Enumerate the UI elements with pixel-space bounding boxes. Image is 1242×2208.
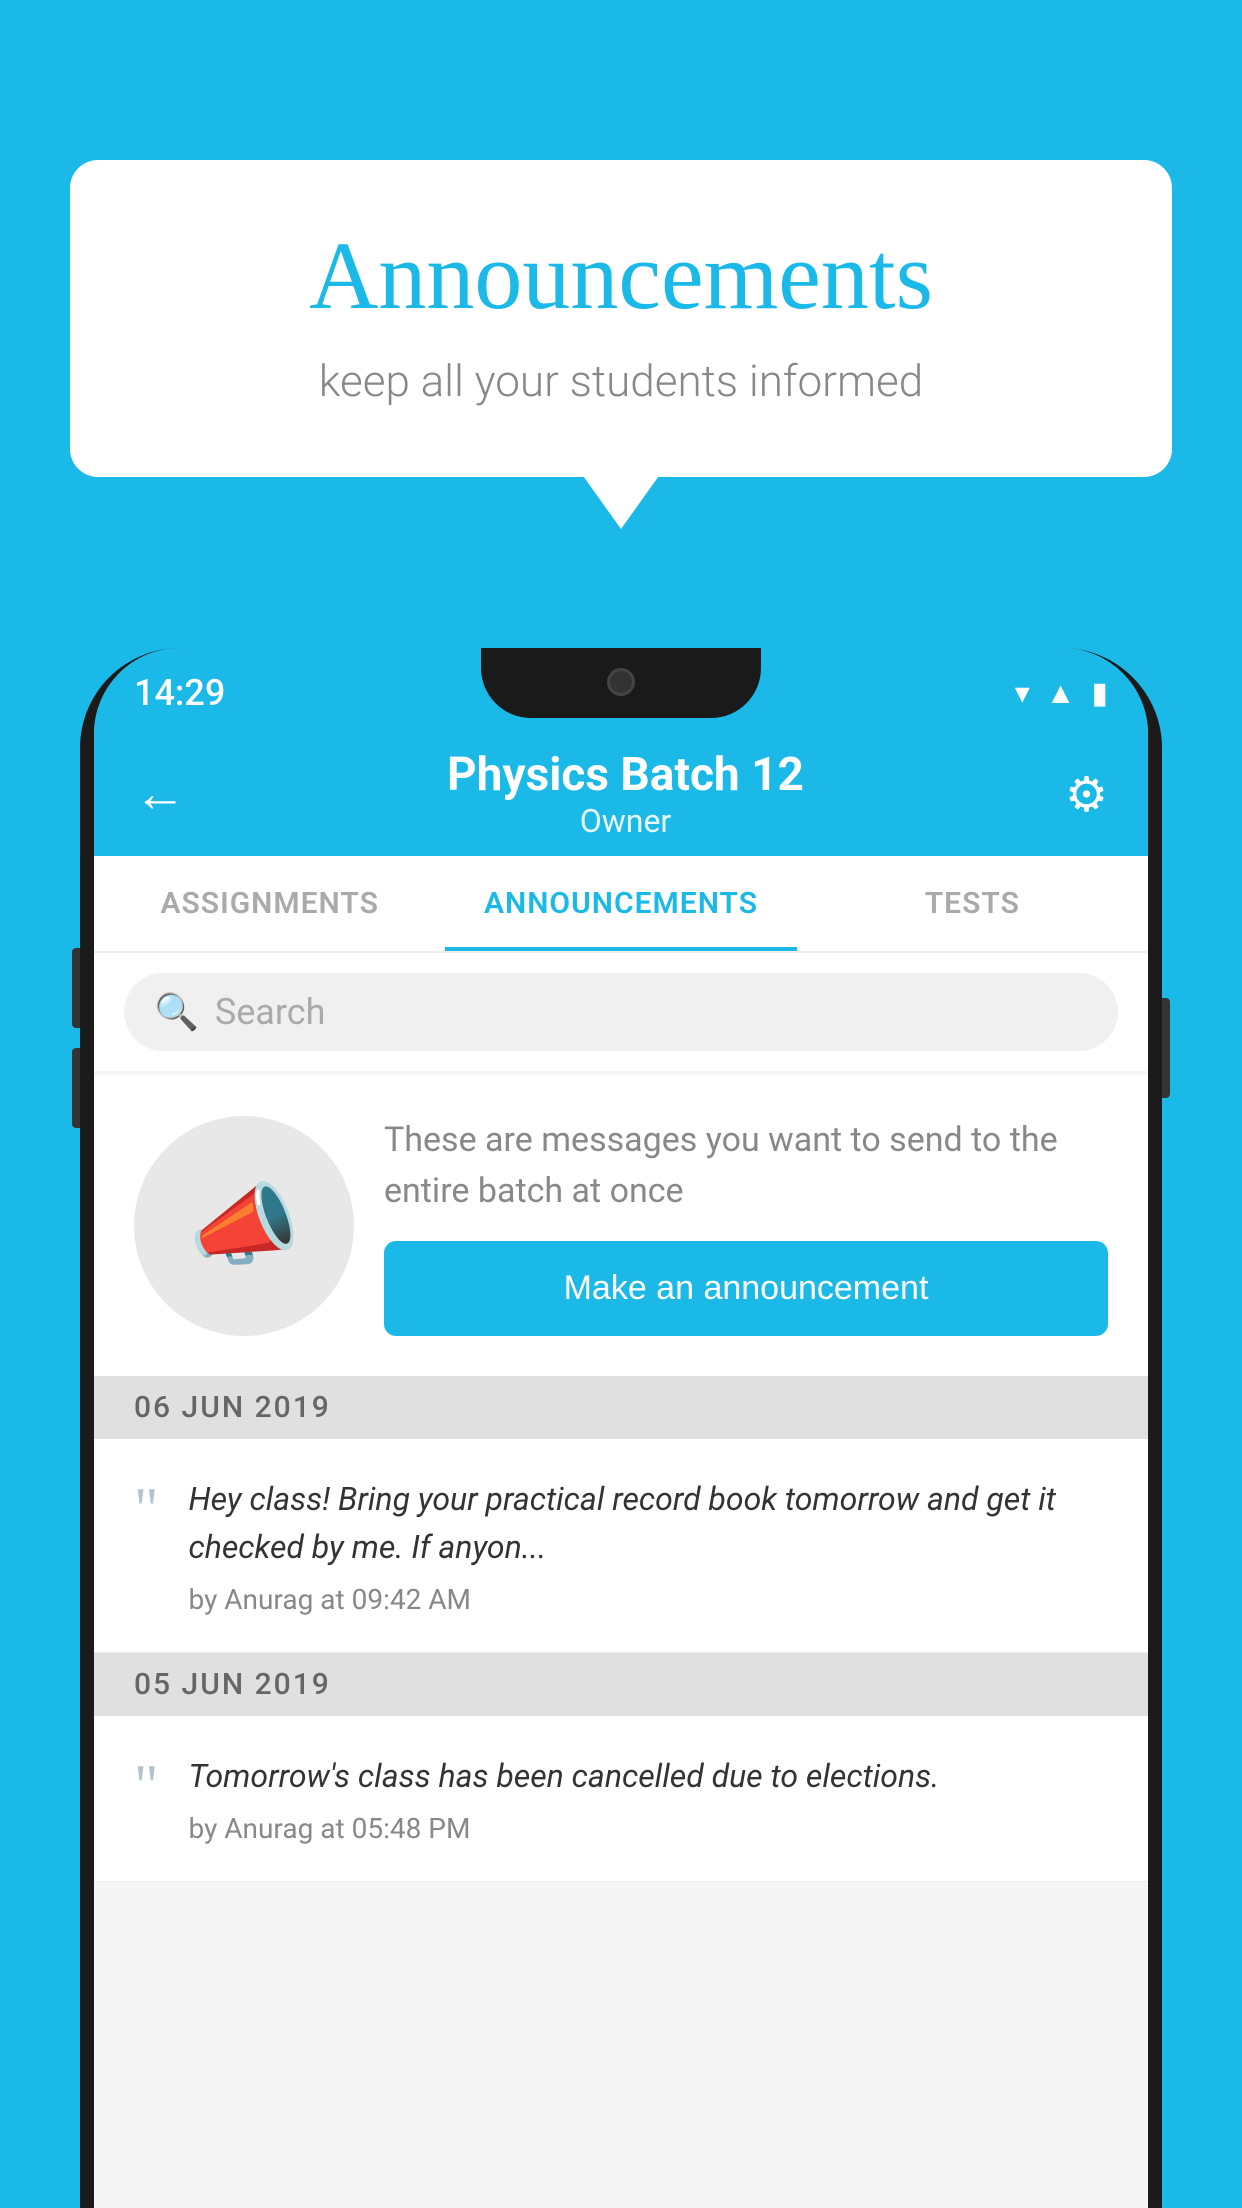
make-announcement-button[interactable]: Make an announcement	[384, 1241, 1108, 1336]
volume-up-button	[72, 948, 80, 1028]
battery-icon: ▮	[1091, 676, 1108, 711]
megaphone-circle: 📣	[134, 1116, 354, 1336]
tab-announcements[interactable]: ANNOUNCEMENTS	[445, 856, 796, 951]
header-nav: ← Physics Batch 12 Owner ⚙	[94, 728, 1148, 856]
batch-title: Physics Batch 12	[447, 748, 804, 802]
announcement-content-1: Hey class! Bring your practical record b…	[189, 1475, 1109, 1616]
announcement-text-2: Tomorrow's class has been cancelled due …	[189, 1752, 1109, 1800]
announcement-text-1: Hey class! Bring your practical record b…	[189, 1475, 1109, 1571]
bubble-title: Announcements	[150, 220, 1092, 331]
date-label-2: 05 JUN 2019	[134, 1667, 331, 1702]
date-separator-1: 06 JUN 2019	[94, 1376, 1148, 1439]
megaphone-icon: 📣	[188, 1173, 300, 1278]
back-button[interactable]: ←	[134, 768, 186, 820]
prompt-right: These are messages you want to send to t…	[384, 1115, 1108, 1336]
volume-down-button	[72, 1048, 80, 1128]
search-input-wrap[interactable]: 🔍 Search	[124, 973, 1118, 1051]
date-label-1: 06 JUN 2019	[134, 1390, 331, 1425]
prompt-description: These are messages you want to send to t…	[384, 1115, 1108, 1217]
power-button	[1162, 998, 1170, 1098]
settings-button[interactable]: ⚙	[1065, 766, 1108, 823]
search-container: 🔍 Search	[94, 953, 1148, 1071]
announcement-meta-1: by Anurag at 09:42 AM	[189, 1583, 1109, 1616]
announcement-prompt: 📣 These are messages you want to send to…	[94, 1075, 1148, 1376]
announcement-meta-2: by Anurag at 05:48 PM	[189, 1812, 1109, 1845]
quote-icon-1: "	[134, 1479, 159, 1539]
search-placeholder-text: Search	[215, 991, 326, 1033]
quote-icon-2: "	[134, 1756, 159, 1816]
header-title-group: Physics Batch 12 Owner	[447, 748, 804, 840]
speech-bubble: Announcements keep all your students inf…	[70, 160, 1172, 477]
tabs-bar: ASSIGNMENTS ANNOUNCEMENTS TESTS	[94, 856, 1148, 953]
signal-icon: ▲	[1046, 676, 1076, 711]
speech-bubble-container: Announcements keep all your students inf…	[70, 160, 1172, 477]
camera-notch	[607, 668, 635, 696]
announcement-item-1[interactable]: " Hey class! Bring your practical record…	[94, 1439, 1148, 1653]
status-icons: ▾ ▲ ▮	[1015, 676, 1108, 711]
date-separator-2: 05 JUN 2019	[94, 1653, 1148, 1716]
announcement-content-2: Tomorrow's class has been cancelled due …	[189, 1752, 1109, 1845]
phone-notch	[481, 648, 761, 718]
search-icon: 🔍	[154, 991, 199, 1033]
status-time: 14:29	[134, 672, 225, 714]
phone-frame: 14:29 ▾ ▲ ▮ ← Physics Batch 12 Owner ⚙	[80, 648, 1162, 2208]
tab-tests[interactable]: TESTS	[797, 856, 1148, 951]
bubble-subtitle: keep all your students informed	[150, 355, 1092, 407]
wifi-icon: ▾	[1015, 676, 1030, 711]
phone-container: 14:29 ▾ ▲ ▮ ← Physics Batch 12 Owner ⚙	[80, 648, 1162, 2208]
tab-assignments[interactable]: ASSIGNMENTS	[94, 856, 445, 951]
phone-screen: 14:29 ▾ ▲ ▮ ← Physics Batch 12 Owner ⚙	[94, 648, 1148, 2208]
announcement-item-2[interactable]: " Tomorrow's class has been cancelled du…	[94, 1716, 1148, 1882]
batch-role: Owner	[447, 802, 804, 840]
